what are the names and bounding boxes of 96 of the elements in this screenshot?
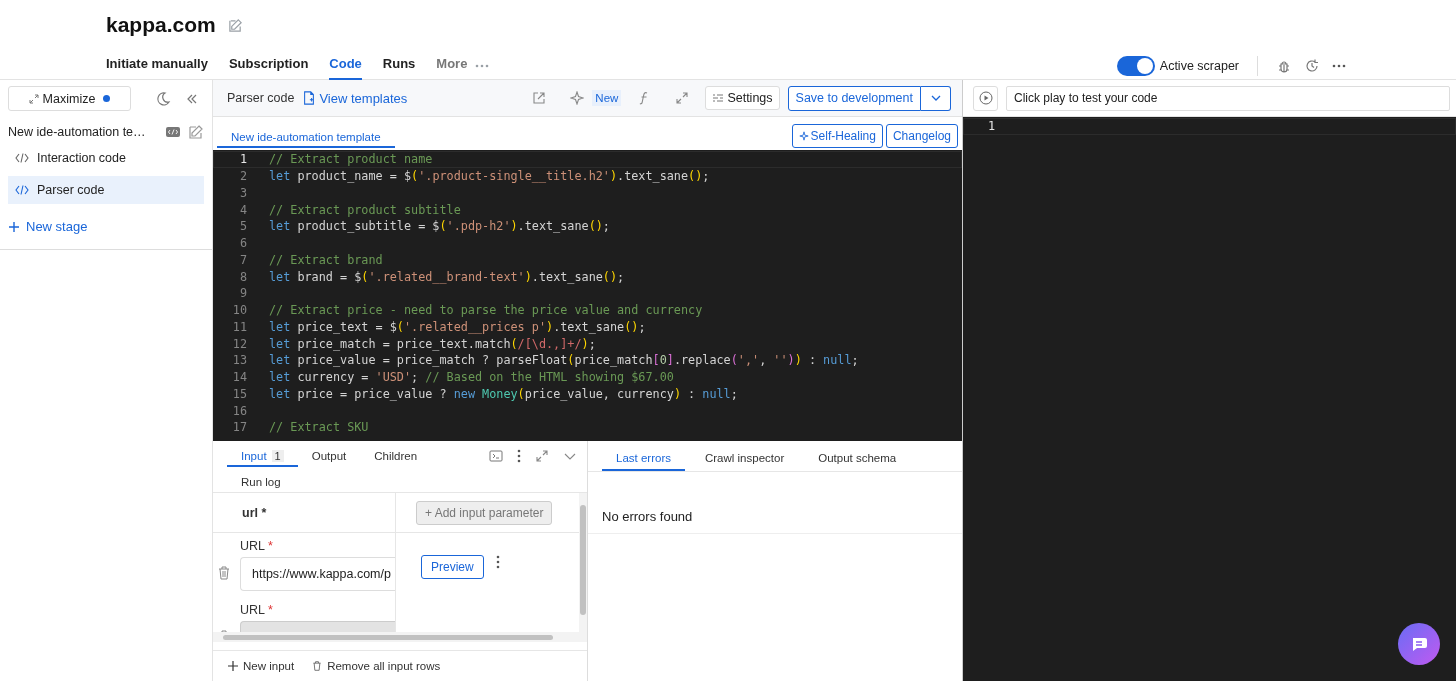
line-number: 1	[986, 119, 995, 134]
edit-icon[interactable]	[188, 124, 204, 140]
scrollbar[interactable]	[579, 493, 587, 632]
sliders-icon	[712, 92, 725, 104]
code-line: // Extract price - need to parse the price value and currency	[269, 303, 703, 318]
line-number: 5	[238, 219, 247, 234]
code-line: let price_text = $('.related__prices p').text_sane();	[269, 319, 646, 334]
line-number: 7	[238, 252, 247, 267]
page-title: kappa.com	[106, 13, 216, 37]
code-badge-icon[interactable]	[166, 125, 180, 139]
field-label: URL *	[240, 539, 274, 553]
nav-tab[interactable]: Subscription	[228, 51, 309, 80]
moon-icon[interactable]	[155, 90, 171, 107]
more-icon[interactable]	[1332, 63, 1346, 68]
edit-icon[interactable]	[227, 17, 243, 33]
sidebar-item[interactable]: Interaction code	[8, 144, 204, 172]
line-number: 2	[238, 169, 247, 184]
status-message: No errors found	[602, 509, 693, 524]
line-number: 4	[238, 202, 247, 217]
kebab-icon[interactable]	[495, 555, 500, 569]
expand-icon[interactable]	[675, 91, 690, 105]
view-templates-link[interactable]: View templates	[302, 90, 408, 106]
code-line: let price = price_value ? new Money(price_value, currency) : null;	[269, 386, 738, 401]
code-line: let product_name = $('.product-single__title.h2').text_sane();	[269, 169, 710, 184]
sidebar-item[interactable]: Parser code	[8, 176, 204, 204]
line-number: 3	[238, 185, 247, 200]
column-header: url *	[242, 505, 267, 520]
code-line: let price_match = price_text.match(/[\d.,]+/);	[269, 336, 596, 351]
remove-all-link[interactable]: Remove all input rows	[312, 660, 441, 672]
line-number: 6	[238, 236, 247, 251]
file-tab[interactable]: New ide-automation template	[217, 131, 395, 148]
kebab-icon[interactable]	[517, 449, 521, 463]
code-icon	[15, 153, 29, 163]
history-icon[interactable]	[1304, 57, 1320, 74]
code-icon	[15, 185, 29, 195]
sparkle-icon[interactable]	[570, 91, 585, 105]
maximize-button[interactable]: Maximize	[8, 86, 131, 111]
document-icon	[302, 91, 317, 105]
panel-tab[interactable]: Last errors	[602, 441, 685, 471]
plus-icon	[228, 661, 238, 671]
url-field[interactable]: https://www.kappa.com/p	[240, 557, 395, 591]
trash-icon[interactable]	[218, 566, 230, 580]
status-dot	[103, 95, 111, 102]
code-line: let brand = $('.related__brand-text').text_sane();	[269, 269, 625, 284]
line-number: 1	[238, 152, 247, 167]
new-stage-link[interactable]: New stage	[8, 219, 204, 234]
dropdown-button[interactable]	[921, 85, 951, 111]
maximize-icon	[28, 93, 39, 104]
test-input-field[interactable]: Click play to test your code	[1006, 85, 1450, 111]
panel-tab[interactable]: Children	[360, 441, 432, 467]
panel-tab[interactable]: Output schema	[804, 441, 911, 471]
template-name: New ide-automation te…	[8, 125, 147, 139]
new-input-link[interactable]: New input	[228, 660, 295, 672]
line-number: 16	[231, 403, 247, 418]
play-icon	[978, 91, 993, 105]
external-link-icon[interactable]	[532, 91, 547, 105]
panel-tab[interactable]: Run log	[227, 467, 295, 493]
nav-tab[interactable]: Runs	[382, 51, 416, 80]
panel-tab[interactable]: Crawl inspector	[690, 441, 799, 471]
code-line: let currency = 'USD'; // Based on the HTML showing $67.00	[269, 370, 674, 385]
panel-tab[interactable]: Input 1	[227, 441, 298, 467]
play-button[interactable]	[973, 85, 998, 111]
code-line: // Extract product name	[269, 152, 433, 167]
editor-title: Parser code	[227, 91, 295, 105]
code-line: let product_subtitle = $('.pdp-h2').text_sane();	[269, 219, 610, 234]
settings-button[interactable]: Settings	[705, 86, 780, 110]
line-number: 13	[231, 353, 247, 368]
expand-icon[interactable]	[535, 449, 549, 463]
changelog-button[interactable]: Changelog	[885, 124, 958, 148]
toggle-label: Active scraper	[1159, 58, 1239, 73]
sparkle-icon	[798, 131, 809, 141]
line-number: 17	[231, 420, 247, 435]
line-number: 12	[231, 336, 247, 351]
terminal-icon[interactable]	[489, 449, 503, 463]
field-label: URL *	[240, 603, 274, 617]
line-number: 8	[238, 269, 247, 284]
new-badge: New	[592, 90, 622, 106]
plus-icon	[8, 220, 20, 233]
panel-tab[interactable]: Output	[297, 441, 361, 467]
line-number: 10	[231, 303, 247, 318]
preview-button[interactable]: Preview	[421, 555, 484, 579]
nav-tab[interactable]: Initiate manually	[106, 51, 208, 80]
line-number: 14	[231, 370, 247, 385]
trash-icon	[312, 661, 323, 671]
line-number: 9	[238, 286, 247, 301]
save-button[interactable]: Save to development	[787, 85, 921, 111]
code-line: let price_value = price_match ? parseFloat(price_match[0].replace(',', '')) : null;	[269, 353, 859, 368]
code-line: // Extract brand	[269, 252, 383, 267]
scraper-toggle[interactable]	[1116, 55, 1155, 76]
self-healing-button[interactable]: Self-Healing	[791, 124, 883, 148]
line-number: 15	[231, 386, 247, 401]
code-line: // Extract product subtitle	[269, 202, 461, 217]
line-number: 11	[231, 319, 247, 334]
nav-tab[interactable]: More	[436, 51, 468, 80]
code-line: // Extract SKU	[269, 420, 369, 435]
scrollbar[interactable]	[213, 632, 587, 642]
